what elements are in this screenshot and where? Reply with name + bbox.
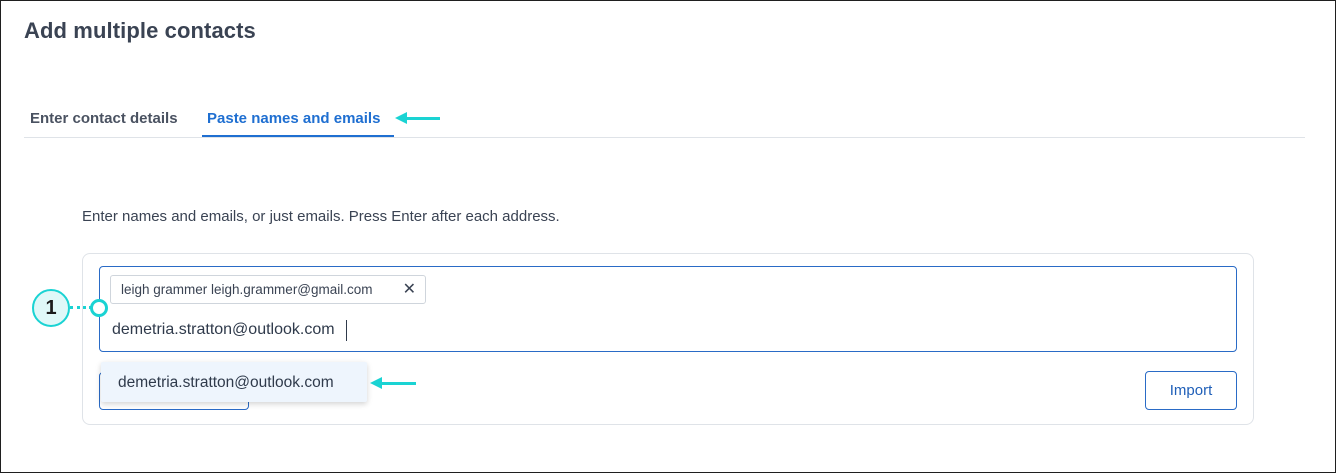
callout-connector [70, 306, 92, 309]
tab-paste-names-and-emails[interactable]: Paste names and emails [207, 110, 380, 127]
typed-email-text: demetria.stratton@outlook.com [112, 321, 335, 338]
autocomplete-suggestion-label: demetria.stratton@outlook.com [118, 374, 334, 391]
callout-number: 1 [45, 296, 57, 319]
tab-enter-contact-details[interactable]: Enter contact details [30, 110, 178, 127]
contact-chip-label: leigh grammer leigh.grammer@gmail.com [121, 282, 373, 297]
close-icon[interactable]: ✕ [403, 281, 416, 299]
page-title: Add multiple contacts [24, 18, 256, 43]
annotation-arrow-icon [370, 377, 416, 389]
autocomplete-suggestion[interactable]: demetria.stratton@outlook.com [101, 362, 367, 402]
callout-ring-icon [90, 299, 108, 317]
contact-chip: leigh grammer leigh.grammer@gmail.com ✕ [110, 275, 426, 304]
active-tab-indicator [202, 135, 394, 137]
instructions-text: Enter names and emails, or just emails. … [82, 208, 560, 225]
import-button[interactable]: Import [1145, 371, 1237, 410]
annotation-arrow-icon [395, 112, 440, 124]
tab-bar: Enter contact details Paste names and em… [24, 98, 1305, 138]
text-caret [346, 320, 347, 341]
callout-number-badge: 1 [32, 289, 70, 327]
